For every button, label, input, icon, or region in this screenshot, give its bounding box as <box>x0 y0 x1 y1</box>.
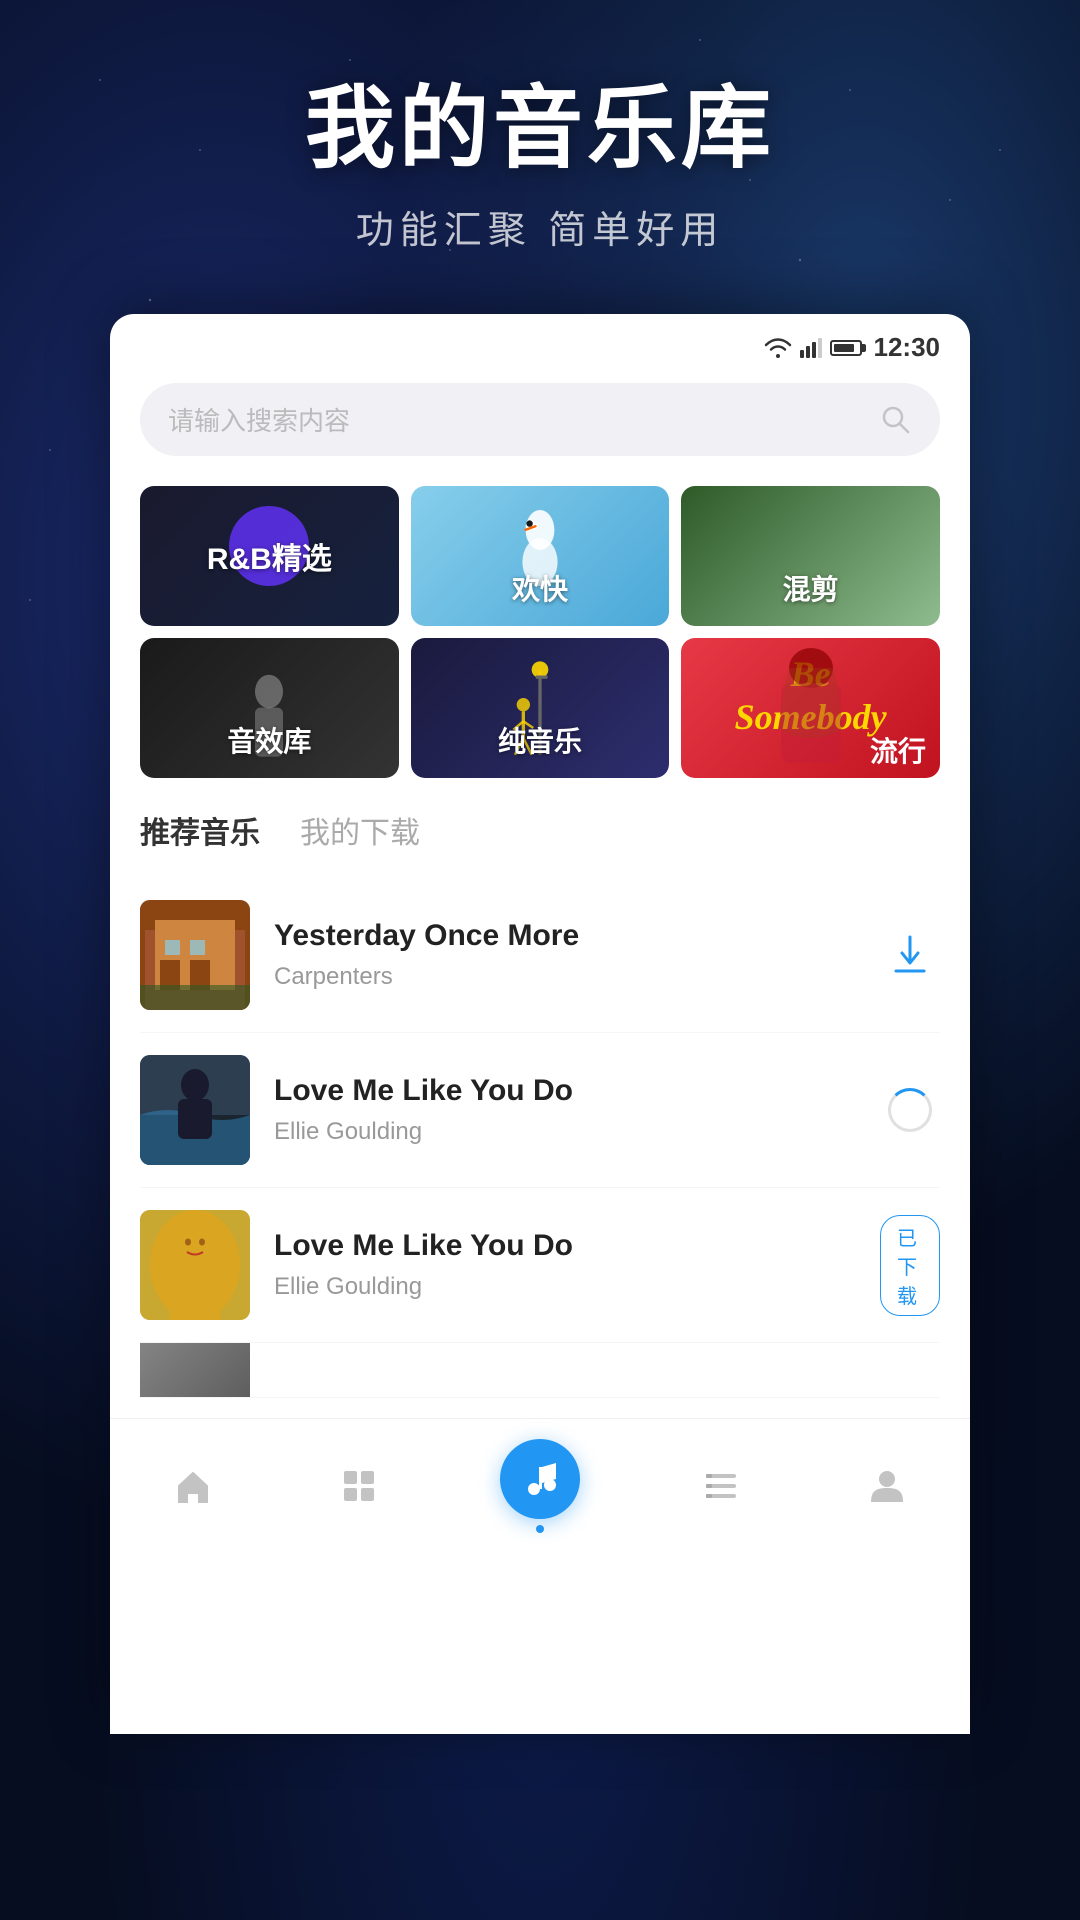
song-info-2: Love Me Like You Do Ellie Goulding <box>274 1074 856 1146</box>
category-sfx[interactable]: 音效库 <box>140 638 399 778</box>
page-title: 我的音乐库 <box>0 80 1080 179</box>
song-artist-1: Carpenters <box>274 963 856 991</box>
battery-icon <box>830 340 862 356</box>
house-icon <box>173 1466 213 1506</box>
song-thumb-2 <box>140 1055 250 1165</box>
search-icon <box>880 404 912 436</box>
tab-download[interactable]: 我的下载 <box>300 808 420 858</box>
loading-spinner <box>888 1088 932 1132</box>
download-icon[interactable] <box>890 933 930 977</box>
category-happy-label: 欢快 <box>411 558 670 618</box>
song-title-3: Love Me Like You Do <box>274 1229 856 1263</box>
bottom-nav <box>110 1418 970 1563</box>
category-happy[interactable]: 欢快 <box>411 486 670 626</box>
song-action-1[interactable] <box>880 933 940 977</box>
category-sfx-label: 音效库 <box>140 710 399 770</box>
category-pure[interactable]: 纯音乐 <box>411 638 670 778</box>
category-mix-label: 混剪 <box>681 558 940 618</box>
nav-item-home[interactable] <box>168 1461 218 1511</box>
list-icon <box>701 1466 741 1506</box>
song-action-2[interactable] <box>880 1088 940 1132</box>
song-info-1: Yesterday Once More Carpenters <box>274 919 856 991</box>
page-subtitle: 功能汇聚 简单好用 <box>0 199 1080 254</box>
status-icons <box>764 338 862 358</box>
song-info-3: Love Me Like You Do Ellie Goulding <box>274 1229 856 1301</box>
song-thumb-3 <box>140 1210 250 1320</box>
nav-item-list[interactable] <box>696 1461 746 1511</box>
nav-active-dot <box>536 1525 544 1533</box>
song-item[interactable]: Love Me Like You Do Ellie Goulding 已下载 <box>140 1188 940 1343</box>
nav-music-btn[interactable] <box>500 1439 580 1519</box>
category-rnb-label: R&B精选 <box>140 524 399 588</box>
nav-icon-list <box>696 1461 746 1511</box>
downloaded-badge: 已下载 <box>880 1215 940 1316</box>
song-item-partial[interactable] <box>140 1343 940 1398</box>
category-pop[interactable]: BeSomebody 流行 <box>681 638 940 778</box>
signal-icon <box>800 338 822 358</box>
music-note-icon <box>520 1459 560 1499</box>
search-bar[interactable]: 请输入搜索内容 <box>140 383 940 456</box>
status-time: 12:30 <box>874 332 941 363</box>
song-list: Yesterday Once More Carpenters <box>110 878 970 1398</box>
nav-item-profile[interactable] <box>862 1461 912 1511</box>
song-title-2: Love Me Like You Do <box>274 1074 856 1108</box>
grid-icon <box>339 1466 379 1506</box>
category-pure-label: 纯音乐 <box>411 710 670 770</box>
song-item[interactable]: Love Me Like You Do Ellie Goulding <box>140 1033 940 1188</box>
song-artist-2: Ellie Goulding <box>274 1118 856 1146</box>
search-placeholder: 请输入搜索内容 <box>168 401 866 438</box>
wifi-icon <box>764 338 792 358</box>
app-card: 12:30 请输入搜索内容 R&B精选 <box>110 314 970 1734</box>
status-bar: 12:30 <box>110 314 970 373</box>
nav-icon-profile <box>862 1461 912 1511</box>
song-cover-2 <box>140 1055 250 1165</box>
song-action-3[interactable]: 已下载 <box>880 1215 940 1316</box>
category-mix[interactable]: 混剪 <box>681 486 940 626</box>
person-icon <box>867 1466 907 1506</box>
song-title-1: Yesterday Once More <box>274 919 856 953</box>
nav-icon-grid <box>334 1461 384 1511</box>
song-item[interactable]: Yesterday Once More Carpenters <box>140 878 940 1033</box>
song-cover-3 <box>140 1210 250 1320</box>
nav-item-discover[interactable] <box>334 1461 384 1511</box>
nav-icon-home <box>168 1461 218 1511</box>
song-thumb-1 <box>140 900 250 1010</box>
pop-silhouette <box>761 638 861 778</box>
song-cover-1 <box>140 900 250 1010</box>
tab-recommend[interactable]: 推荐音乐 <box>140 808 260 858</box>
category-grid: R&B精选 欢快 混剪 <box>140 486 940 778</box>
nav-item-music[interactable] <box>500 1439 580 1533</box>
tabs-row: 推荐音乐 我的下载 <box>140 808 940 858</box>
song-artist-3: Ellie Goulding <box>274 1273 856 1301</box>
song-thumb-4 <box>140 1343 250 1398</box>
category-rnb[interactable]: R&B精选 <box>140 486 399 626</box>
category-pop-label: 流行 <box>870 730 926 770</box>
